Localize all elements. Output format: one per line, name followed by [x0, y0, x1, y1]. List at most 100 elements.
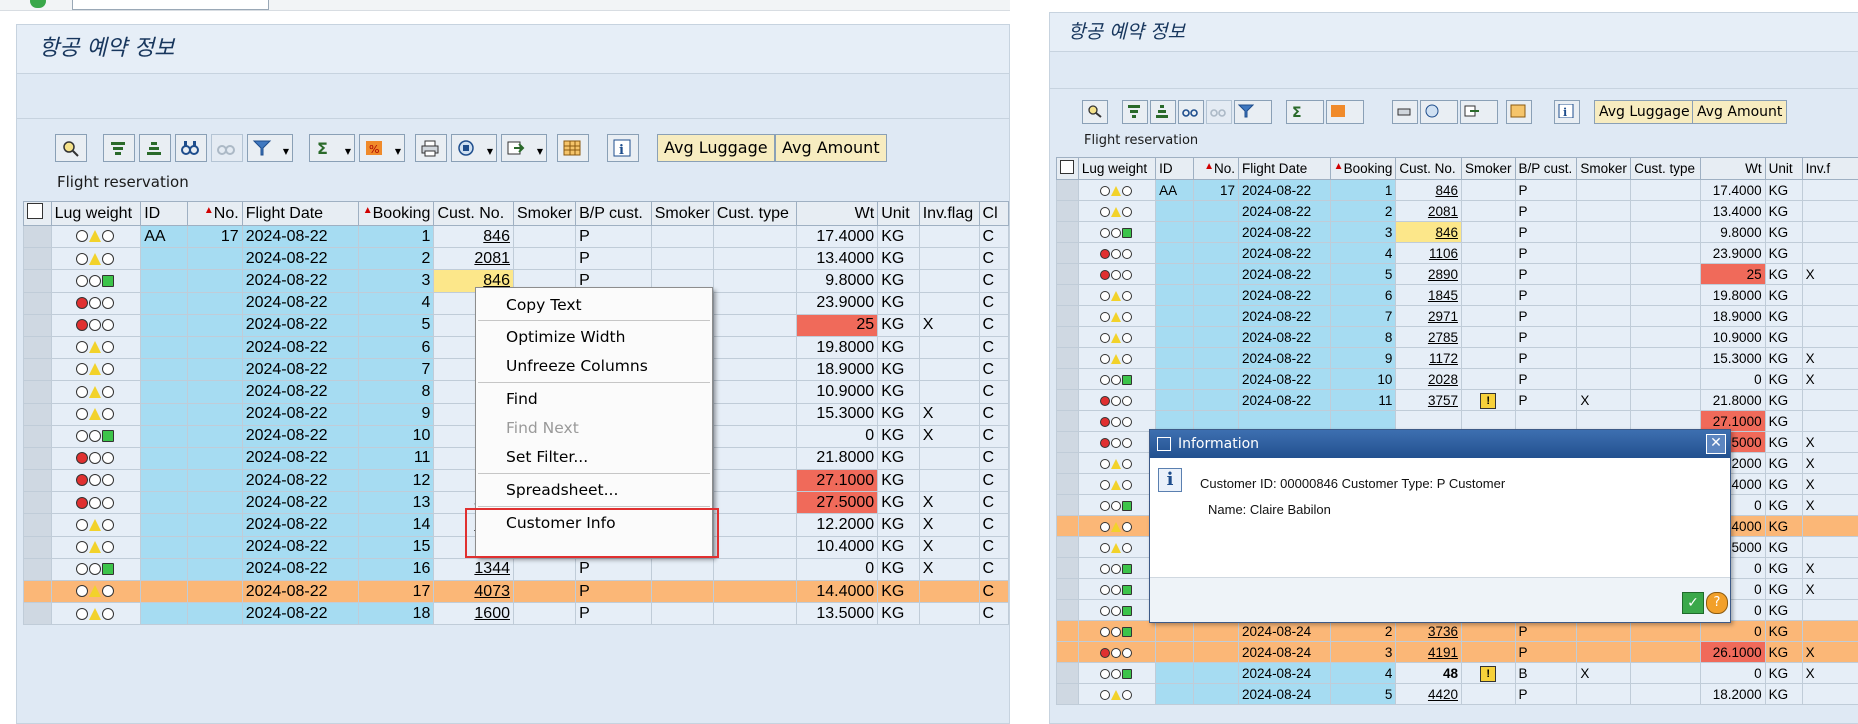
subtotal-button[interactable]: %▼	[359, 134, 405, 162]
column-header[interactable]: Lug weight	[51, 202, 141, 226]
help-button[interactable]: ?	[1706, 592, 1728, 614]
table-row[interactable]: 2024-08-2272971P18.9000KG	[1057, 306, 1858, 327]
row-selector[interactable]	[1057, 264, 1079, 285]
cust-no-cell[interactable]: 1600	[434, 603, 514, 625]
row-selector[interactable]	[1057, 180, 1079, 201]
table-row[interactable]: 2024-08-24448!BX0KGX	[1057, 663, 1858, 684]
menu-item-set-filter[interactable]: Set Filter...	[476, 444, 712, 470]
column-header[interactable]: Cl	[979, 202, 1008, 226]
cust-no-link[interactable]: 1172	[1429, 351, 1458, 366]
row-selector[interactable]	[1057, 306, 1079, 327]
total-button[interactable]: Σ▼	[309, 134, 355, 162]
cust-no-link[interactable]: 846	[1435, 225, 1458, 240]
cust-no-cell[interactable]: 4073	[434, 581, 514, 603]
cust-no-link[interactable]: 846	[1435, 183, 1458, 198]
cust-no-cell[interactable]: 4420	[1396, 684, 1462, 705]
table-row[interactable]: 2024-08-2282785P10.9000KG	[1057, 327, 1858, 348]
row-selector[interactable]	[1057, 600, 1079, 621]
layout-button[interactable]	[557, 134, 589, 162]
row-selector[interactable]	[24, 558, 52, 580]
find-button[interactable]	[175, 134, 207, 162]
column-header[interactable]: B/P cust.	[576, 202, 652, 226]
table-row[interactable]: 2024-08-22181600P13.5000KGC	[24, 603, 1009, 625]
cust-no-cell[interactable]: 846	[1396, 222, 1462, 243]
print-button[interactable]	[1392, 100, 1418, 124]
cust-no-cell[interactable]: 1106	[1396, 243, 1462, 264]
column-header[interactable]: Unit	[878, 202, 920, 226]
row-selector[interactable]	[1057, 495, 1079, 516]
row-selector[interactable]	[1057, 327, 1079, 348]
row-selector[interactable]	[24, 248, 52, 270]
column-header[interactable]: ID	[141, 202, 188, 226]
table-row[interactable]: 2024-08-2222081P13.4000KG	[1057, 201, 1858, 222]
column-header[interactable]: Wt	[1700, 158, 1765, 180]
column-header[interactable]: Flight Date	[1239, 158, 1331, 180]
row-selector[interactable]	[1057, 411, 1079, 432]
row-selector[interactable]	[1057, 285, 1079, 306]
cust-no-link[interactable]: 2890	[1428, 267, 1458, 282]
table-row[interactable]: 2024-08-2241106P23.9000KG	[1057, 243, 1858, 264]
menu-item-copy-text[interactable]: Copy Text	[476, 292, 712, 318]
cust-no-link[interactable]: 4420	[1428, 687, 1458, 702]
views-button[interactable]: ▼	[451, 134, 497, 162]
column-header[interactable]: Cust. No.	[434, 202, 514, 226]
cust-no-link[interactable]: 1845	[1428, 288, 1458, 303]
column-header[interactable]: Unit	[1765, 158, 1802, 180]
row-selector[interactable]	[24, 226, 52, 248]
cust-no-link[interactable]: 4191	[1428, 645, 1458, 660]
filter-button[interactable]	[1234, 100, 1272, 124]
cust-no-link[interactable]: 846	[483, 228, 510, 245]
column-header[interactable]: ID	[1156, 158, 1194, 180]
cust-no-cell[interactable]: 846	[1396, 180, 1462, 201]
row-selector[interactable]	[1057, 516, 1079, 537]
sort-ascending-button[interactable]	[1122, 100, 1148, 124]
row-selector[interactable]	[1057, 222, 1079, 243]
info-button[interactable]: i	[1554, 100, 1580, 124]
sort-descending-button[interactable]	[139, 134, 171, 162]
total-button[interactable]: Σ	[1286, 100, 1324, 124]
row-selector[interactable]	[1057, 201, 1079, 222]
select-all-icon[interactable]	[1057, 158, 1079, 180]
table-row[interactable]: 2024-08-2454420P18.2000KG	[1057, 684, 1858, 705]
details-button[interactable]	[1082, 100, 1108, 124]
menu-item-optimize-width[interactable]: Optimize Width	[476, 324, 712, 350]
row-selector[interactable]	[1057, 432, 1079, 453]
menu-item-unfreeze-columns[interactable]: Unfreeze Columns	[476, 353, 712, 379]
table-row[interactable]: 2024-08-2434191P26.1000KGX	[1057, 642, 1858, 663]
sort-descending-button[interactable]	[1150, 100, 1176, 124]
row-selector[interactable]	[1057, 390, 1079, 411]
table-row[interactable]: 2024-08-223846P9.8000KG	[1057, 222, 1858, 243]
column-header[interactable]: Lug weight	[1078, 158, 1155, 180]
column-header[interactable]: ▲Booking	[358, 202, 434, 226]
row-selector[interactable]	[24, 514, 52, 536]
avg-luggage-button[interactable]: Avg Luggage	[657, 134, 775, 162]
row-selector[interactable]	[24, 492, 52, 514]
row-selector[interactable]	[1057, 663, 1079, 684]
cust-no-link[interactable]: 1106	[1429, 246, 1458, 261]
row-selector[interactable]	[24, 581, 52, 603]
row-selector[interactable]	[1057, 348, 1079, 369]
cust-no-link[interactable]: 3757	[1428, 393, 1458, 408]
row-selector[interactable]	[24, 470, 52, 492]
table-row[interactable]: 2024-08-2423736P0KG	[1057, 621, 1858, 642]
column-header[interactable]: Smoker	[513, 202, 575, 226]
row-selector[interactable]	[24, 603, 52, 625]
column-header[interactable]: Inv.flag	[919, 202, 979, 226]
row-selector[interactable]	[24, 536, 52, 558]
cust-no-link[interactable]: 2785	[1428, 330, 1458, 345]
row-selector[interactable]	[24, 381, 52, 403]
column-header[interactable]: Smoker	[1577, 158, 1631, 180]
column-header[interactable]: ▲No.	[187, 202, 242, 226]
avg-luggage-button[interactable]: Avg Luggage	[1594, 100, 1695, 124]
cust-no-cell[interactable]: 3757	[1396, 390, 1462, 411]
table-row[interactable]: 2024-08-22161344P0KGXC	[24, 558, 1009, 580]
cust-no-link[interactable]: 2028	[1428, 372, 1458, 387]
cust-no-cell[interactable]: 2081	[434, 248, 514, 270]
row-selector[interactable]	[24, 359, 52, 381]
cust-no-link[interactable]: 2971	[1428, 309, 1458, 324]
column-header[interactable]: Cust. type	[713, 202, 797, 226]
cust-no-link[interactable]: 1344	[474, 560, 510, 577]
column-header[interactable]: ▲Booking	[1330, 158, 1396, 180]
row-selector[interactable]	[1057, 621, 1079, 642]
row-selector[interactable]	[1057, 243, 1079, 264]
